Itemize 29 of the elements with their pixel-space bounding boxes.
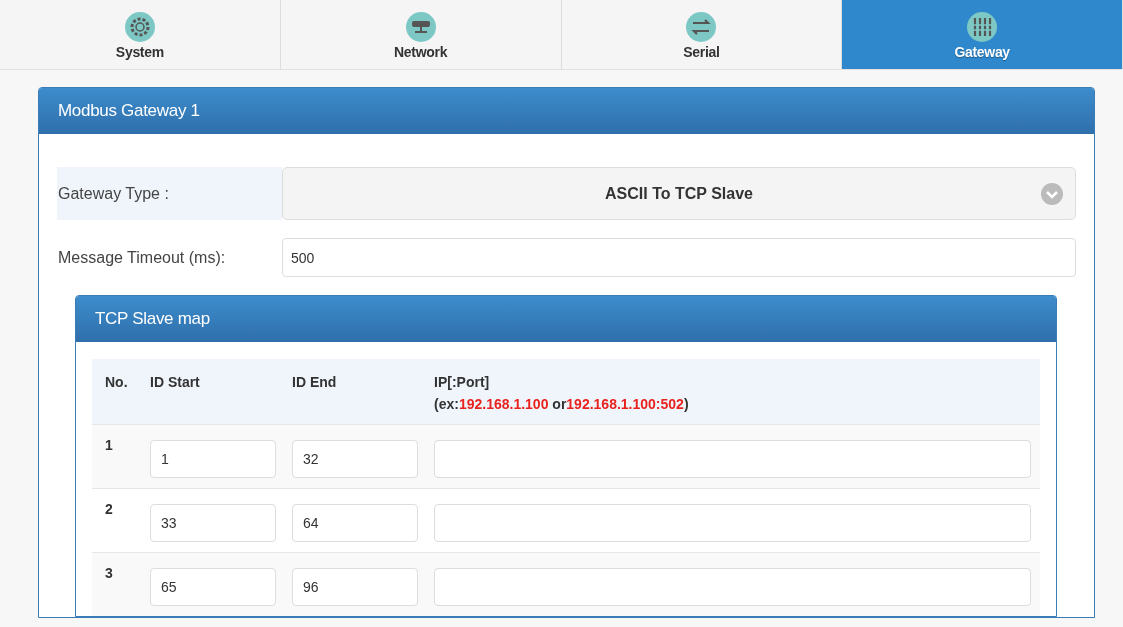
ip-format-hint: (ex:192.168.1.100 or192.168.1.100:502) bbox=[434, 395, 690, 414]
gateway-type-select[interactable]: ASCII To TCP Slave bbox=[282, 167, 1076, 220]
ip-port-input[interactable] bbox=[434, 440, 1031, 478]
timeout-input[interactable]: 500 bbox=[282, 238, 1076, 277]
ip-port-input[interactable] bbox=[434, 504, 1031, 542]
column-header: No. bbox=[105, 373, 129, 392]
id-end-input[interactable]: 32 bbox=[292, 440, 418, 478]
device-icon bbox=[405, 11, 436, 42]
id-end-input[interactable]: 64 bbox=[292, 504, 418, 542]
ip-port-input[interactable] bbox=[434, 568, 1031, 606]
id-start-input[interactable]: 65 bbox=[150, 568, 276, 606]
panel-title: Modbus Gateway 1 bbox=[39, 88, 1094, 134]
gear-icon bbox=[124, 11, 155, 42]
id-end-input[interactable]: 96 bbox=[292, 568, 418, 606]
column-header: ID Start bbox=[150, 373, 201, 392]
column-header: ID End bbox=[292, 373, 338, 392]
row-number: 1 bbox=[105, 437, 113, 453]
field-label: Message Timeout (ms): bbox=[57, 247, 227, 268]
id-start-input[interactable]: 1 bbox=[150, 440, 276, 478]
panel-title: TCP Slave map bbox=[76, 296, 1056, 342]
row-number: 3 bbox=[105, 565, 113, 581]
sliders-icon bbox=[967, 11, 998, 42]
arrows-icon bbox=[686, 11, 717, 42]
chevron-down-icon bbox=[1041, 182, 1063, 205]
tab[interactable]: Gateway bbox=[842, 0, 1123, 69]
column-header: IP[:Port] bbox=[434, 373, 491, 392]
row-number: 2 bbox=[105, 501, 113, 517]
id-start-input[interactable]: 33 bbox=[150, 504, 276, 542]
field-label: Gateway Type : bbox=[57, 167, 282, 220]
